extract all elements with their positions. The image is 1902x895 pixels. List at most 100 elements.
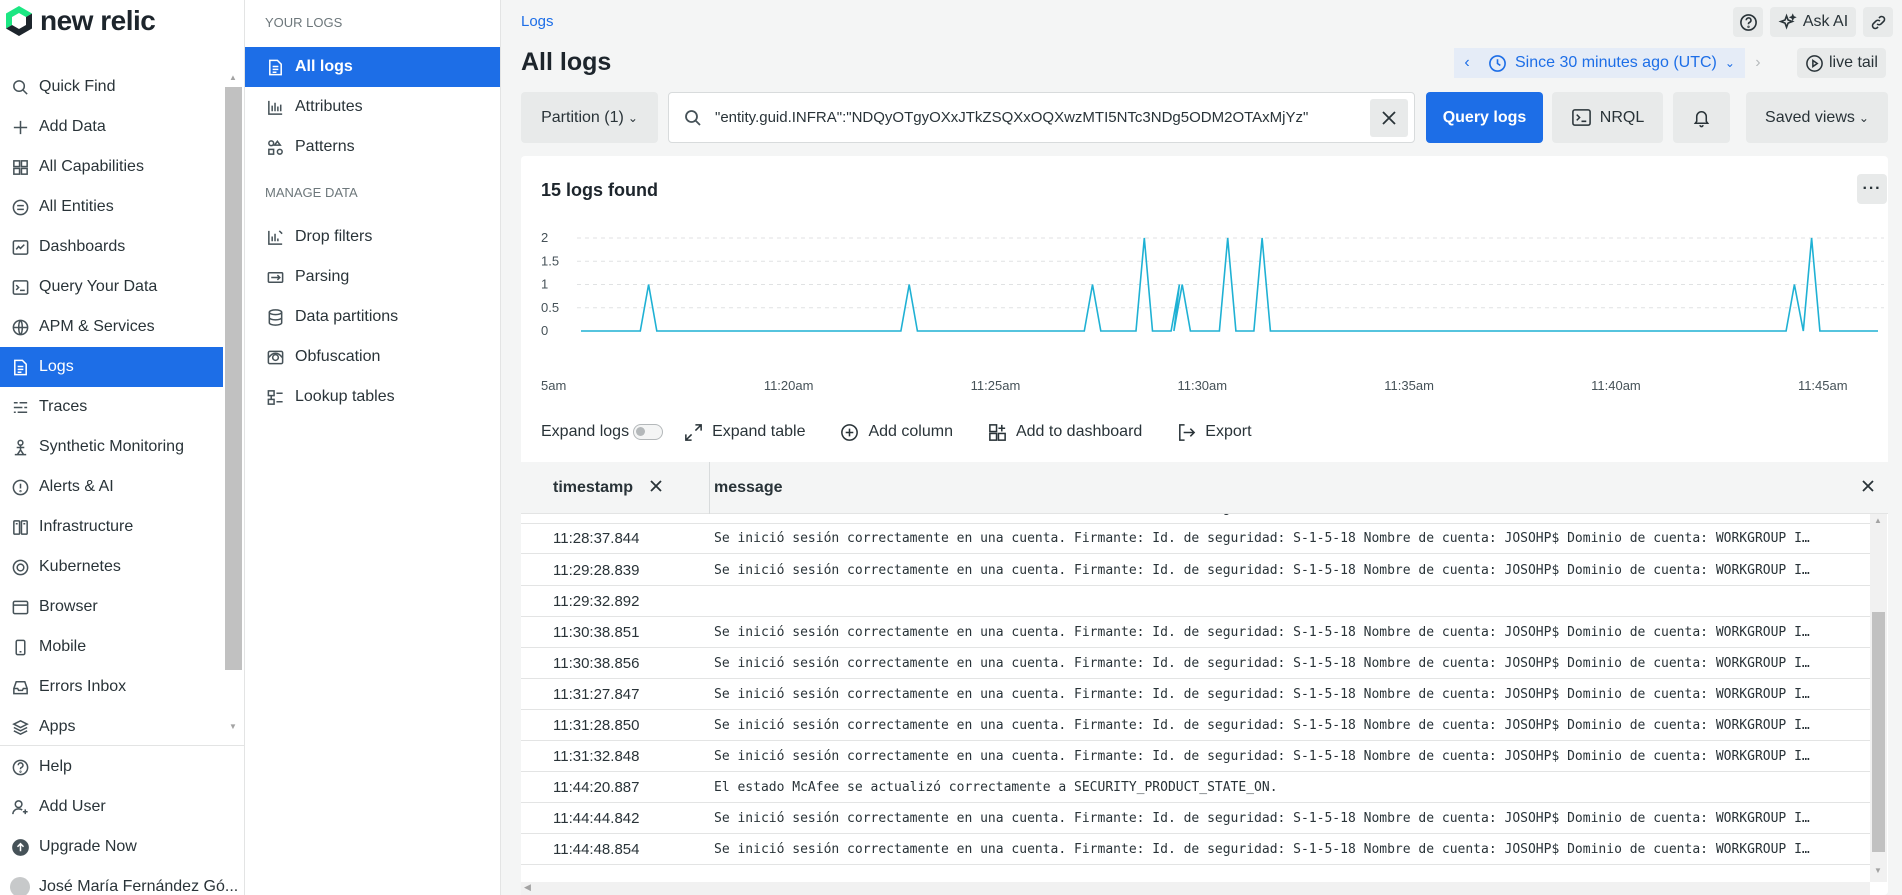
subnav-item-attributes[interactable]: Attributes — [245, 87, 500, 127]
live-tail-label: live tail — [1829, 54, 1878, 71]
x-tick-label: 11:20am — [764, 378, 814, 393]
patterns-icon — [265, 137, 285, 157]
obfuscation-icon — [265, 347, 285, 367]
scroll-down-icon[interactable]: ▼ — [1874, 866, 1882, 875]
message-cell: Se inició sesión correctamente en una cu… — [714, 748, 1810, 764]
nav-item-traces[interactable]: Traces — [0, 387, 223, 427]
ask-ai-button[interactable]: Ask AI — [1770, 7, 1856, 37]
nav-item-add-data[interactable]: Add Data — [0, 107, 223, 147]
column-divider[interactable] — [709, 462, 710, 514]
nav-item-upgrade-now[interactable]: Upgrade Now — [0, 827, 245, 867]
table-row[interactable]: 11:44:20.887 El estado McAfee se actualiz… — [521, 772, 1870, 803]
avatar — [10, 877, 30, 895]
query-search-box[interactable]: "entity.guid.INFRA":"NDQyOTgyOXxJTkZSQXx… — [668, 92, 1415, 143]
nav-item-apm-services[interactable]: APM & Services — [0, 307, 223, 347]
table-row[interactable]: 11:44:48.854 Se inició sesión correctamen… — [521, 834, 1870, 865]
partition-dropdown[interactable]: Partition (1) ⌄ — [521, 92, 658, 143]
saved-views-dropdown[interactable]: Saved views ⌄ — [1746, 92, 1888, 143]
expand-table-button[interactable]: Expand table — [683, 422, 805, 443]
nav-item-synthetic-monitoring[interactable]: Synthetic Monitoring — [0, 427, 223, 467]
grid-icon — [10, 157, 30, 177]
nav-item-label: Logs — [39, 358, 74, 375]
export-icon — [1179, 423, 1196, 441]
table-row[interactable]: 11:44:44.842 Se inició sesión correctamen… — [521, 803, 1870, 834]
logs-icon — [13, 359, 27, 375]
message-cell: Se inició sesión correctamente en una cu… — [714, 514, 1864, 516]
nrql-button[interactable]: NRQL — [1552, 92, 1663, 143]
clock-icon — [1489, 54, 1506, 72]
nav-item-mobile[interactable]: Mobile — [0, 627, 223, 667]
scroll-up-icon[interactable]: ▲ — [1874, 516, 1882, 525]
nav-item-all-capabilities[interactable]: All Capabilities — [0, 147, 223, 187]
nav-item-errors-inbox[interactable]: Errors Inbox — [0, 667, 223, 707]
subnav-item-parsing[interactable]: Parsing — [245, 257, 500, 297]
scroll-down-icon[interactable]: ▼ — [229, 722, 237, 731]
upgrade-icon — [11, 838, 29, 856]
column-header-message[interactable]: message — [714, 462, 783, 514]
nav-scroll-thumb[interactable] — [225, 87, 242, 670]
table-scroll-thumb[interactable] — [1872, 612, 1885, 852]
nav-item-kubernetes[interactable]: Kubernetes — [0, 547, 223, 587]
clear-search-button[interactable] — [1370, 98, 1408, 137]
table-row[interactable]: 11:30:38.851 Se inició sesión correctamen… — [521, 617, 1870, 648]
table-row[interactable]: 11:28:37.844 Se inició sesión correctamen… — [521, 523, 1870, 554]
table-row[interactable]: 11:29:28.839 Se inició sesión correctamen… — [521, 555, 1870, 586]
add-to-dashboard-button[interactable]: Add to dashboard — [987, 422, 1142, 443]
table-row[interactable]: 11:29:32.892 — [521, 586, 1870, 617]
nav-item-dashboards[interactable]: Dashboards — [0, 227, 223, 267]
subnav-item-label: Patterns — [295, 138, 355, 155]
nav-item-help[interactable]: Help — [0, 747, 245, 787]
partition-label: Partition (1) — [541, 108, 624, 126]
nav-scrollbar[interactable]: ▲ ▼ — [225, 70, 242, 731]
subnav-item-drop-filters[interactable]: Drop filters — [245, 217, 500, 257]
subnav-item-all-logs[interactable]: All logs — [245, 47, 500, 87]
table-row[interactable]: 11:31:32.848 Se inició sesión correctamen… — [521, 741, 1870, 772]
y-tick-label: 1.5 — [541, 253, 559, 268]
help-button[interactable] — [1733, 7, 1763, 37]
table-row[interactable]: 11:30:38.856 Se inició sesión correctamen… — [521, 648, 1870, 679]
nav-item-all-entities[interactable]: All Entities — [0, 187, 223, 227]
table-row[interactable]: 11:31:28.850 Se inició sesión correctamen… — [521, 710, 1870, 741]
export-button[interactable]: Export — [1176, 422, 1252, 443]
query-logs-button[interactable]: Query logs — [1426, 92, 1543, 143]
chevron-left-icon: ‹ — [1464, 54, 1470, 71]
scroll-up-icon[interactable]: ▲ — [229, 73, 237, 82]
message-cell: El estado McAfee se actualizó correctame… — [714, 779, 1278, 795]
nav-item-add-user[interactable]: Add User — [0, 787, 245, 827]
nav-item-apps[interactable]: Apps — [0, 707, 223, 747]
table-horizontal-scrollbar[interactable]: ◀ — [521, 882, 1870, 895]
nav-item-label: Help — [39, 758, 72, 775]
user-profile-menu[interactable]: José María Fernández Gó... — [0, 867, 245, 895]
new-relic-logo[interactable]: new relic — [4, 4, 156, 38]
breadcrumb[interactable]: Logs — [521, 13, 554, 30]
time-range-button[interactable]: Since 30 minutes ago (UTC) ⌄ — [1480, 48, 1745, 78]
scroll-left-icon[interactable]: ◀ — [524, 882, 531, 893]
nav-item-logs[interactable]: Logs — [0, 347, 223, 387]
remove-message-column-button[interactable] — [1860, 478, 1880, 498]
alert-bell-button[interactable] — [1673, 92, 1730, 143]
global-nav: new relic Quick Find Add Data All Capabili… — [0, 0, 245, 895]
nav-item-query-your-data[interactable]: Query Your Data — [0, 267, 223, 307]
subnav-item-lookup-tables[interactable]: Lookup tables — [245, 377, 500, 417]
subnav-item-obfuscation[interactable]: Obfuscation — [245, 337, 500, 377]
column-header-timestamp[interactable]: timestamp — [553, 462, 633, 514]
time-forward-button[interactable]: › — [1745, 48, 1771, 78]
search-input[interactable]: "entity.guid.INFRA":"NDQyOTgyOXxJTkZSQXx… — [715, 109, 1370, 126]
table-vertical-scrollbar[interactable]: ▲ ▼ — [1870, 514, 1887, 882]
add-column-button[interactable]: Add column — [839, 422, 953, 443]
nav-item-infrastructure[interactable]: Infrastructure — [0, 507, 223, 547]
nav-item-browser[interactable]: Browser — [0, 587, 223, 627]
subnav-item-patterns[interactable]: Patterns — [245, 127, 500, 167]
table-header: timestamp message — [521, 462, 1888, 514]
nav-item-quick-find[interactable]: Quick Find — [0, 67, 223, 107]
more-options-button[interactable]: ··· — [1857, 174, 1887, 204]
copy-link-button[interactable] — [1863, 7, 1893, 37]
subnav-item-data-partitions[interactable]: Data partitions — [245, 297, 500, 337]
remove-timestamp-column-button[interactable] — [648, 478, 668, 498]
expand-logs-toggle[interactable] — [633, 424, 664, 440]
nav-item-alerts-ai[interactable]: Alerts & AI — [0, 467, 223, 507]
y-tick-label: 0.5 — [541, 300, 559, 315]
time-back-button[interactable]: ‹ — [1454, 48, 1480, 78]
table-row[interactable]: 11:31:27.847 Se inició sesión correctamen… — [521, 679, 1870, 710]
live-tail-button[interactable]: live tail — [1797, 48, 1886, 78]
